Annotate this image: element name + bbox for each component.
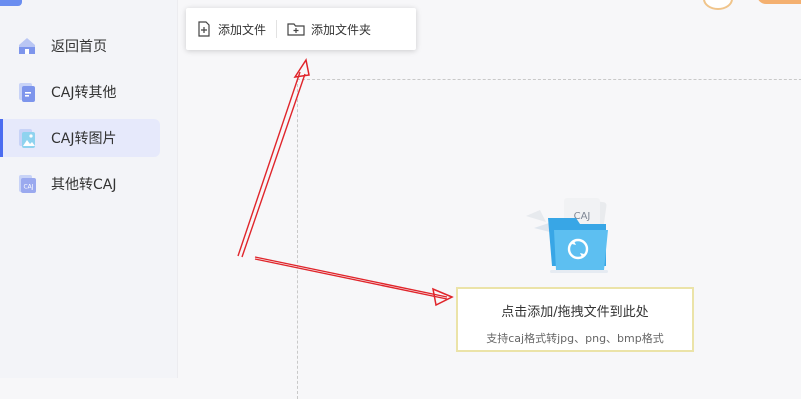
add-file-icon: [198, 21, 210, 37]
sidebar-item-label: CAJ转图片: [51, 131, 117, 147]
home-icon: [16, 35, 38, 57]
sidebar-item-caj-to-other[interactable]: CAJ转其他: [0, 73, 160, 111]
add-file-menu: 添加文件 添加文件夹: [186, 8, 416, 50]
add-folder-icon: [287, 23, 305, 36]
svg-text:CAJ: CAJ: [23, 184, 33, 191]
caj-file-icon: CAJ: [16, 173, 38, 195]
sidebar-item-label: 其他转CAJ: [51, 177, 117, 193]
sidebar-item-label: CAJ转其他: [51, 85, 117, 101]
sidebar-item-caj-to-image[interactable]: CAJ转图片: [0, 119, 160, 157]
document-convert-icon: [16, 81, 38, 103]
add-folder-label: 添加文件夹: [311, 22, 372, 37]
drop-prompt-title: 点击添加/拖拽文件到此处: [501, 305, 649, 320]
add-file-button[interactable]: 添加文件: [186, 8, 276, 50]
folder-upload-illustration: CAJ: [520, 192, 632, 274]
sidebar: 返回首页 CAJ转其他 CAJ转图片 CAJ 其他转CAJ: [0, 0, 178, 378]
sidebar-item-label: 返回首页: [51, 39, 107, 55]
add-file-label: 添加文件: [218, 22, 267, 37]
add-folder-button[interactable]: 添加文件夹: [277, 8, 381, 50]
drop-prompt-formats: 支持caj格式转jpg、png、bmp格式: [486, 332, 664, 345]
app-badge: [0, 0, 22, 6]
drop-prompt[interactable]: 点击添加/拖拽文件到此处 支持caj格式转jpg、png、bmp格式: [456, 287, 694, 352]
sidebar-item-home[interactable]: 返回首页: [0, 27, 160, 65]
sidebar-item-other-to-caj[interactable]: CAJ 其他转CAJ: [0, 165, 160, 203]
vip-button[interactable]: [757, 0, 801, 4]
image-icon: [16, 127, 38, 149]
